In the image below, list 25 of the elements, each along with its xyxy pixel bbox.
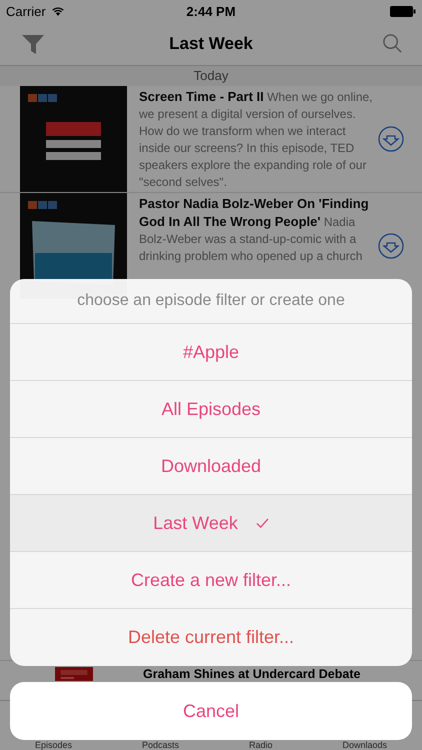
download-icon[interactable]	[378, 233, 404, 259]
sheet-title: choose an episode filter or create one	[10, 279, 412, 324]
filter-option[interactable]: #Apple	[10, 324, 412, 381]
filter-option[interactable]: Create a new filter...	[10, 552, 412, 609]
filter-option[interactable]: Delete current filter...	[10, 609, 412, 666]
download-icon[interactable]	[378, 126, 404, 152]
wifi-icon	[50, 6, 65, 16]
tab-label[interactable]: Radio	[248, 740, 272, 750]
battery-icon	[390, 6, 416, 16]
filter-icon[interactable]	[22, 32, 44, 54]
search-icon[interactable]	[382, 33, 403, 54]
tab-label[interactable]: Episodes	[34, 740, 72, 750]
tab-label[interactable]: Podcasts	[142, 740, 180, 750]
checkmark-icon	[256, 518, 269, 528]
section-header: Today	[0, 66, 422, 86]
episode-title[interactable]: Graham Shines at Undercard Debate	[143, 667, 360, 681]
tab-label[interactable]: Downlaods	[342, 740, 387, 750]
filter-option[interactable]: All Episodes	[10, 381, 412, 438]
status-time: 2:44 PM	[186, 4, 236, 18]
filter-option[interactable]: Last Week	[10, 495, 412, 552]
carrier-name: Carrier	[6, 4, 46, 18]
screen-title: Last Week	[169, 34, 253, 54]
episode-summary[interactable]: Screen Time - Part II When we go online, we present a digital version of ourselves. How do we transform when we interact inside our screens? In this episode, TED speakers explore the expanding role of our "second selves".	[139, 86, 373, 191]
episode-summary[interactable]: Pastor Nadia Bolz-Weber On 'Finding God In All The Wrong People' Nadia Bolz-Weber was a stand-up-comic with a drinking problem who opened up a church	[139, 193, 373, 265]
cancel-button[interactable]: Cancel	[10, 682, 412, 740]
